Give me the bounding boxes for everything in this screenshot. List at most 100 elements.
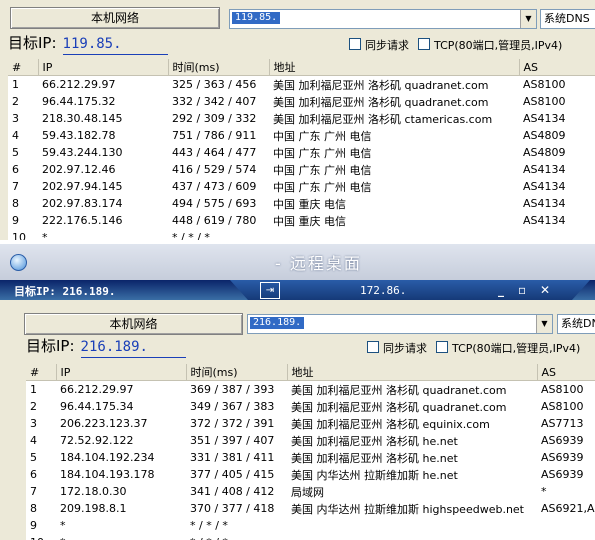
table-cell: 370 / 377 / 418 [190,502,275,515]
column-header[interactable]: 时间(ms) [168,59,270,76]
local-network-button[interactable]: 本机网络 [10,7,220,29]
table-row[interactable]: 10** / * / * [26,534,595,540]
table-cell: AS6921,AS [541,502,595,515]
table-row[interactable]: 5 184.104.192.234 331 / 381 / 411 美国 加利福尼亚州… [26,449,595,466]
table-cell: 5 [30,451,37,464]
column-header[interactable]: 地址 [269,59,520,76]
table-cell: 369 / 387 / 393 [190,383,275,396]
table-cell: 9 [12,214,19,227]
table-cell [519,229,595,240]
ip-input[interactable]: 119.85. ▼ [229,9,537,29]
table-row[interactable]: 9 222.176.5.146 448 / 619 / 780 中国 重庆 电信 AS4… [8,212,595,229]
table-row[interactable]: 6 184.104.193.178 377 / 405 / 415 美国 内华达州 拉… [26,466,595,483]
target-ip: 目标IP: 216.189. [26,336,186,358]
table-cell: 184.104.192.234 [60,451,155,464]
ip-input-value: 119.85. [232,12,281,24]
checkbox-icon[interactable] [418,38,430,50]
table-cell: * [541,485,547,498]
table-cell: 448 / 619 / 780 [172,214,257,227]
chevron-down-icon[interactable]: ▼ [536,315,552,333]
table-cell: 4 [12,129,19,142]
table-row[interactable]: 8 209.198.8.1 370 / 377 / 418 美国 内华达州 拉斯维加斯… [26,500,595,517]
table-cell: 416 / 529 / 574 [172,163,257,176]
table-row[interactable]: 3 206.223.123.37 372 / 372 / 391 美国 加利福尼亚州 … [26,415,595,432]
column-header[interactable]: IP [38,59,169,76]
table-cell: AS7713 [541,417,584,430]
table-row[interactable]: 2 96.44.175.32 332 / 342 / 407 美国 加利福尼亚州 洛杉… [8,93,595,110]
local-network-button[interactable]: 本机网络 [24,313,243,335]
table-row[interactable]: 2 96.44.175.34 349 / 367 / 383 美国 加利福尼亚州 洛杉… [26,398,595,415]
target-ip-value: 119.85. [62,34,168,55]
table-row[interactable]: 6 202.97.12.46 416 / 529 / 574 中国 广东 广州 电信 A… [8,161,595,178]
table-cell: 494 / 575 / 693 [172,197,257,210]
minimize-icon[interactable]: _ [498,283,504,297]
inner-window-title: 目标IP: 216.189. [14,285,116,298]
target-ip-label: 目标IP: [26,337,75,355]
table-cell: AS6939 [541,468,584,481]
table-row[interactable]: 9 * * / * / * [26,517,595,534]
column-header[interactable]: IP [56,364,187,381]
table-cell: 1 [12,78,19,91]
table-row[interactable]: 1 66.212.29.97 369 / 387 / 393 美国 加利福尼亚州 洛杉… [26,381,595,399]
chevron-down-icon[interactable]: ▼ [520,10,536,28]
column-header[interactable]: # [8,59,39,76]
table-cell: 2 [30,400,37,413]
column-header[interactable]: 时间(ms) [186,364,288,381]
table-row[interactable]: 4 59.43.182.78 751 / 786 / 911 中国 广东 广州 电信 A… [8,127,595,144]
table-row[interactable]: 8 202.97.83.174 494 / 575 / 693 中国 重庆 电信 AS4… [8,195,595,212]
tcp-checkbox[interactable]: TCP(80端口,管理员,IPv4) [436,341,580,356]
sync-request-checkbox[interactable]: 同步请求 [349,38,409,53]
table-cell: 6 [12,163,19,176]
table-cell: 10 [26,534,56,540]
table-cell: AS8100 [541,400,584,413]
table-cell: 332 / 342 / 407 [172,95,257,108]
pin-icon[interactable]: ⇥ [260,282,280,299]
column-header[interactable]: 地址 [287,364,538,381]
checkbox-icon[interactable] [436,341,448,353]
table-row[interactable]: 5 59.43.244.130 443 / 464 / 477 中国 广东 广州 电信… [8,144,595,161]
column-header[interactable]: AS [519,59,595,76]
table-cell: 7 [30,485,37,498]
tcp-checkbox[interactable]: TCP(80端口,管理员,IPv4) [418,38,562,53]
trace-table: # IP 时间(ms) 地址 AS 1 66.212.29.97 369 / 387 / 3… [26,364,595,540]
column-header[interactable]: AS [537,364,595,381]
table-row[interactable]: 3 218.30.48.145 292 / 309 / 332 美国 加利福尼亚州 洛… [8,110,595,127]
table-cell: AS4134 [523,112,566,125]
sync-request-checkbox[interactable]: 同步请求 [367,341,427,356]
table-cell: 美国 加利福尼亚州 洛杉矶 ctamericas.com [273,112,493,126]
table-cell: 7 [12,180,19,193]
table-cell: 美国 内华达州 拉斯维加斯 he.net [291,468,458,482]
dns-select[interactable]: 系统DNS [557,314,595,334]
table-row[interactable]: 7 172.18.0.30 341 / 408 / 412 局域网 * [26,483,595,500]
table-cell: 184.104.193.178 [60,468,155,481]
table-cell: 341 / 408 / 412 [190,485,275,498]
dns-select[interactable]: 系统DNS [540,9,595,29]
column-header[interactable]: # [26,364,57,381]
table-cell [537,517,595,534]
table-cell: 8 [12,197,19,210]
table-cell: * / * / * [172,231,210,240]
close-icon[interactable]: ✕ [540,283,550,297]
table-cell: 9 [30,519,37,532]
table-row[interactable]: 7 202.97.94.145 437 / 473 / 609 中国 广东 广州 电信… [8,178,595,195]
table-header-row: # IP 时间(ms) 地址 AS [8,59,595,76]
table-cell: AS6939 [541,451,584,464]
table-row[interactable]: 4 72.52.92.122 351 / 397 / 407 美国 加利福尼亚州 洛杉… [26,432,595,449]
table-row[interactable]: 1 66.212.29.97 325 / 363 / 456 美国 加利福尼亚州 洛杉… [8,76,595,94]
checkbox-icon[interactable] [349,38,361,50]
table-cell [537,534,595,540]
target-ip-value: 216.189. [80,337,186,358]
table-cell: 66.212.29.97 [42,78,116,91]
table-cell: 325 / 363 / 456 [172,78,257,91]
table-cell: 331 / 381 / 411 [190,451,275,464]
table-cell: 172.18.0.30 [60,485,127,498]
table-cell: 96.44.175.34 [60,400,134,413]
table-cell: 中国 广东 广州 电信 [273,163,372,177]
restore-icon[interactable]: ▫ [518,283,526,297]
table-cell: 66.212.29.97 [60,383,134,396]
table-cell: 中国 重庆 电信 [273,214,346,228]
ip-input[interactable]: 216.189. ▼ [247,314,553,334]
checkbox-icon[interactable] [367,341,379,353]
table-cell: 局域网 [291,485,324,499]
table-row[interactable]: 10** / * / * [8,229,595,240]
